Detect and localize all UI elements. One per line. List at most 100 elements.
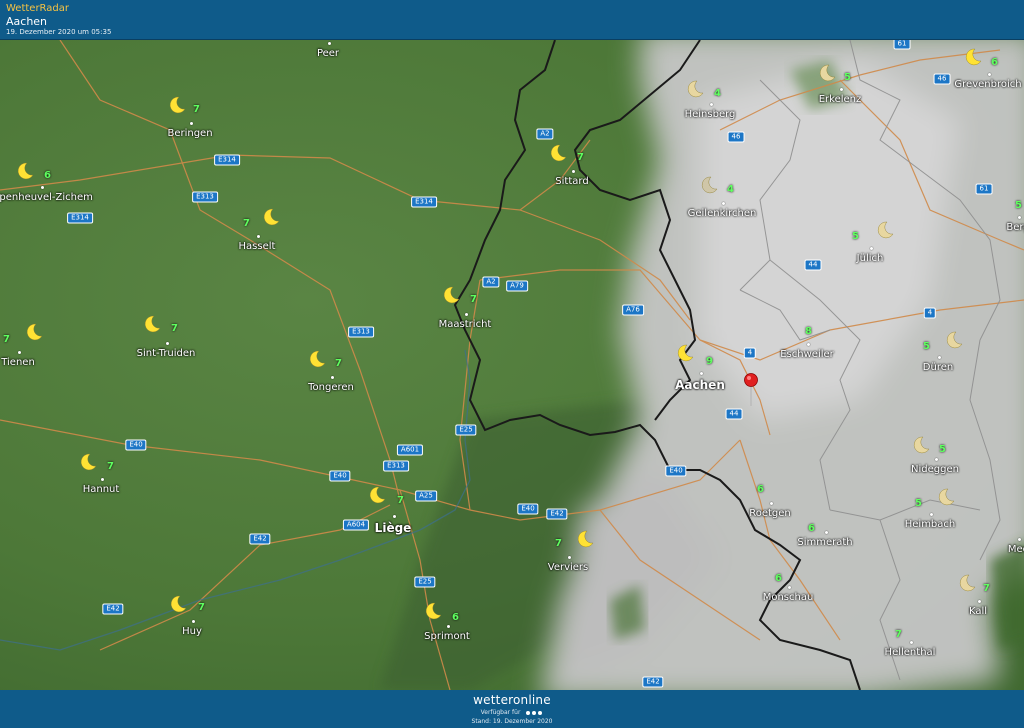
road-shield: A2 <box>536 128 554 140</box>
moon-icon <box>818 64 836 82</box>
temperature-value: 6 <box>775 573 782 584</box>
road-shield: E314 <box>67 212 93 224</box>
city-label[interactable]: Peer <box>317 48 339 59</box>
city-label[interactable]: Simmerath <box>797 537 852 548</box>
weather-map[interactable]: Peer Beringen 7 erpenheuvel-Zichem 6 Hasselt 7… <box>0 40 1024 690</box>
city-dot <box>41 186 44 189</box>
city-label[interactable]: Heinsberg <box>685 109 736 120</box>
city-label[interactable]: Düren <box>923 362 953 373</box>
city-label[interactable]: Maastricht <box>439 319 492 330</box>
city-dot <box>331 376 334 379</box>
road-shield: 61 <box>893 40 911 50</box>
city-label[interactable]: Hasselt <box>239 241 276 252</box>
road-shield: E42 <box>642 676 664 688</box>
road-shield: E40 <box>125 439 147 451</box>
temperature-value: 5 <box>923 341 930 352</box>
footer-bar: wetteronline Verfügbar für Stand: 19. De… <box>0 690 1024 728</box>
moon-icon <box>937 488 955 506</box>
road-shield: E42 <box>102 603 124 615</box>
moon-icon <box>16 162 34 180</box>
city-dot <box>870 247 873 250</box>
city-dot <box>935 458 938 461</box>
temperature-value: 7 <box>983 583 990 594</box>
city-dot <box>447 625 450 628</box>
road-shield: A601 <box>396 444 424 456</box>
moon-icon <box>143 315 161 333</box>
city-dot <box>1018 216 1021 219</box>
city-label[interactable]: Grevenbroich <box>954 79 1021 90</box>
temperature-value: 7 <box>193 104 200 115</box>
road-shield: 4 <box>743 347 757 359</box>
city-label[interactable]: Roetgen <box>749 508 791 519</box>
moon-icon <box>700 176 718 194</box>
city-dot <box>101 478 104 481</box>
stand-text: Stand: 19. Dezember 2020 <box>471 718 553 725</box>
city-dot <box>166 342 169 345</box>
app-header: WetterRadar Aachen 19. Dezember 2020 um … <box>0 0 1024 40</box>
city-label[interactable]: Heimbach <box>905 519 956 530</box>
brand-logo[interactable]: wetteronline <box>0 693 1024 707</box>
city-label[interactable]: Nideggen <box>911 464 959 475</box>
temperature-value: 5 <box>939 444 946 455</box>
city-label[interactable]: Kall <box>969 606 987 617</box>
temperature-value: 7 <box>198 602 205 613</box>
city-dot <box>393 515 396 518</box>
temperature-value: 4 <box>727 184 734 195</box>
moon-icon <box>79 453 97 471</box>
temperature-value: 7 <box>107 461 114 472</box>
temperature-value: 4 <box>714 88 721 99</box>
road-shield: E313 <box>192 191 218 203</box>
city-label[interactable]: Tienen <box>1 357 35 368</box>
city-label[interactable]: Monschau <box>763 592 814 603</box>
moon-icon <box>686 80 704 98</box>
city-dot <box>930 513 933 516</box>
moon-icon <box>262 208 280 226</box>
location-pin-icon[interactable] <box>744 373 758 407</box>
city-dot <box>700 372 703 375</box>
city-label[interactable]: Eschweiler <box>780 349 834 360</box>
location-title[interactable]: Aachen <box>6 15 47 28</box>
city-label[interactable]: Tongeren <box>308 382 354 393</box>
moon-icon <box>368 486 386 504</box>
city-label[interactable]: Huy <box>182 626 202 637</box>
moon-icon <box>676 344 694 362</box>
city-dot <box>978 600 981 603</box>
city-label[interactable]: Hannut <box>83 484 120 495</box>
city-label[interactable]: Jülich <box>857 253 884 264</box>
city-label[interactable]: Hellenthal <box>885 647 936 658</box>
road-shield: E313 <box>348 326 374 338</box>
temperature-value: 7 <box>470 294 477 305</box>
road-shield: 61 <box>975 183 993 195</box>
city-dot <box>328 42 331 45</box>
moon-icon <box>945 331 963 349</box>
city-label[interactable]: Mec <box>1008 544 1024 555</box>
road-shield: 44 <box>804 259 822 271</box>
city-label[interactable]: Aachen <box>675 378 725 392</box>
road-shield: 44 <box>725 408 743 420</box>
road-shield: A25 <box>415 490 437 502</box>
temperature-value: 7 <box>335 358 342 369</box>
city-label[interactable]: Verviers <box>548 562 589 573</box>
city-label[interactable]: Sittard <box>555 176 588 187</box>
temperature-value: 6 <box>452 612 459 623</box>
city-label[interactable]: Sint-Truiden <box>137 348 196 359</box>
road-shield: E42 <box>249 533 271 545</box>
city-dot <box>825 531 828 534</box>
city-label[interactable]: Liège <box>375 521 412 535</box>
city-label[interactable]: Geilenkirchen <box>688 208 757 219</box>
city-label[interactable]: Beringen <box>167 128 212 139</box>
city-label[interactable]: Berg <box>1006 222 1024 233</box>
city-dot <box>938 356 941 359</box>
map-background <box>0 40 1024 690</box>
city-label[interactable]: Sprimont <box>424 631 470 642</box>
city-label[interactable]: erpenheuvel-Zichem <box>0 192 93 203</box>
city-dot <box>572 170 575 173</box>
road-shield: E25 <box>455 424 477 436</box>
road-shield: E313 <box>383 460 409 472</box>
city-dot <box>18 351 21 354</box>
city-dot <box>257 235 260 238</box>
moon-icon <box>876 221 894 239</box>
temperature-value: 6 <box>808 523 815 534</box>
temperature-value: 6 <box>44 170 51 181</box>
city-label[interactable]: Erkelenz <box>819 94 862 105</box>
